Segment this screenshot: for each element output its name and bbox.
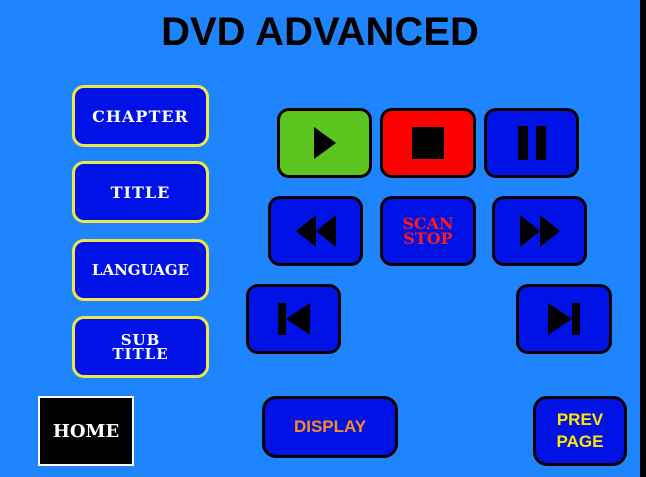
- home-button[interactable]: HOME: [38, 396, 134, 466]
- stop-icon: [411, 126, 445, 160]
- subtitle-label-line2: TITLE: [112, 345, 169, 363]
- fast-forward-button[interactable]: [492, 196, 587, 266]
- skip-previous-icon: [276, 301, 312, 337]
- chapter-button[interactable]: CHAPTER: [72, 85, 209, 147]
- scan-stop-label: SCAN STOP: [402, 216, 453, 248]
- scan-label-line2: STOP: [403, 229, 453, 248]
- display-label: DISPLAY: [293, 417, 367, 436]
- play-icon: [312, 126, 338, 160]
- fast-forward-icon: [518, 213, 562, 249]
- prev-label-line2: PAGE: [556, 432, 604, 451]
- prev-label-line1: PREV: [556, 410, 604, 429]
- subtitle-button[interactable]: SUB TITLE: [72, 316, 209, 378]
- rewind-icon: [294, 213, 338, 249]
- display-button[interactable]: DISPLAY: [262, 396, 398, 458]
- skip-next-button[interactable]: [516, 284, 612, 354]
- language-label: LANGUAGE: [91, 261, 190, 279]
- rewind-button[interactable]: [268, 196, 363, 266]
- skip-previous-button[interactable]: [246, 284, 341, 354]
- pause-button[interactable]: [484, 108, 579, 178]
- chapter-label: CHAPTER: [92, 106, 189, 126]
- home-label: HOME: [52, 420, 120, 442]
- skip-next-icon: [546, 301, 582, 337]
- stop-button[interactable]: [380, 108, 476, 178]
- play-button[interactable]: [277, 108, 372, 178]
- language-button[interactable]: LANGUAGE: [72, 239, 209, 301]
- title-button[interactable]: TITLE: [72, 161, 209, 223]
- page-title: DVD ADVANCED: [161, 10, 479, 54]
- right-edge-strip: [640, 0, 646, 477]
- pause-icon: [516, 125, 548, 161]
- scan-stop-button[interactable]: SCAN STOP: [380, 196, 476, 266]
- prev-page-button[interactable]: PREV PAGE: [533, 396, 627, 466]
- title-label: TITLE: [110, 182, 171, 202]
- dvd-panel: DVD ADVANCED CHAPTER TITLE LANGUAGE SUB …: [0, 0, 640, 477]
